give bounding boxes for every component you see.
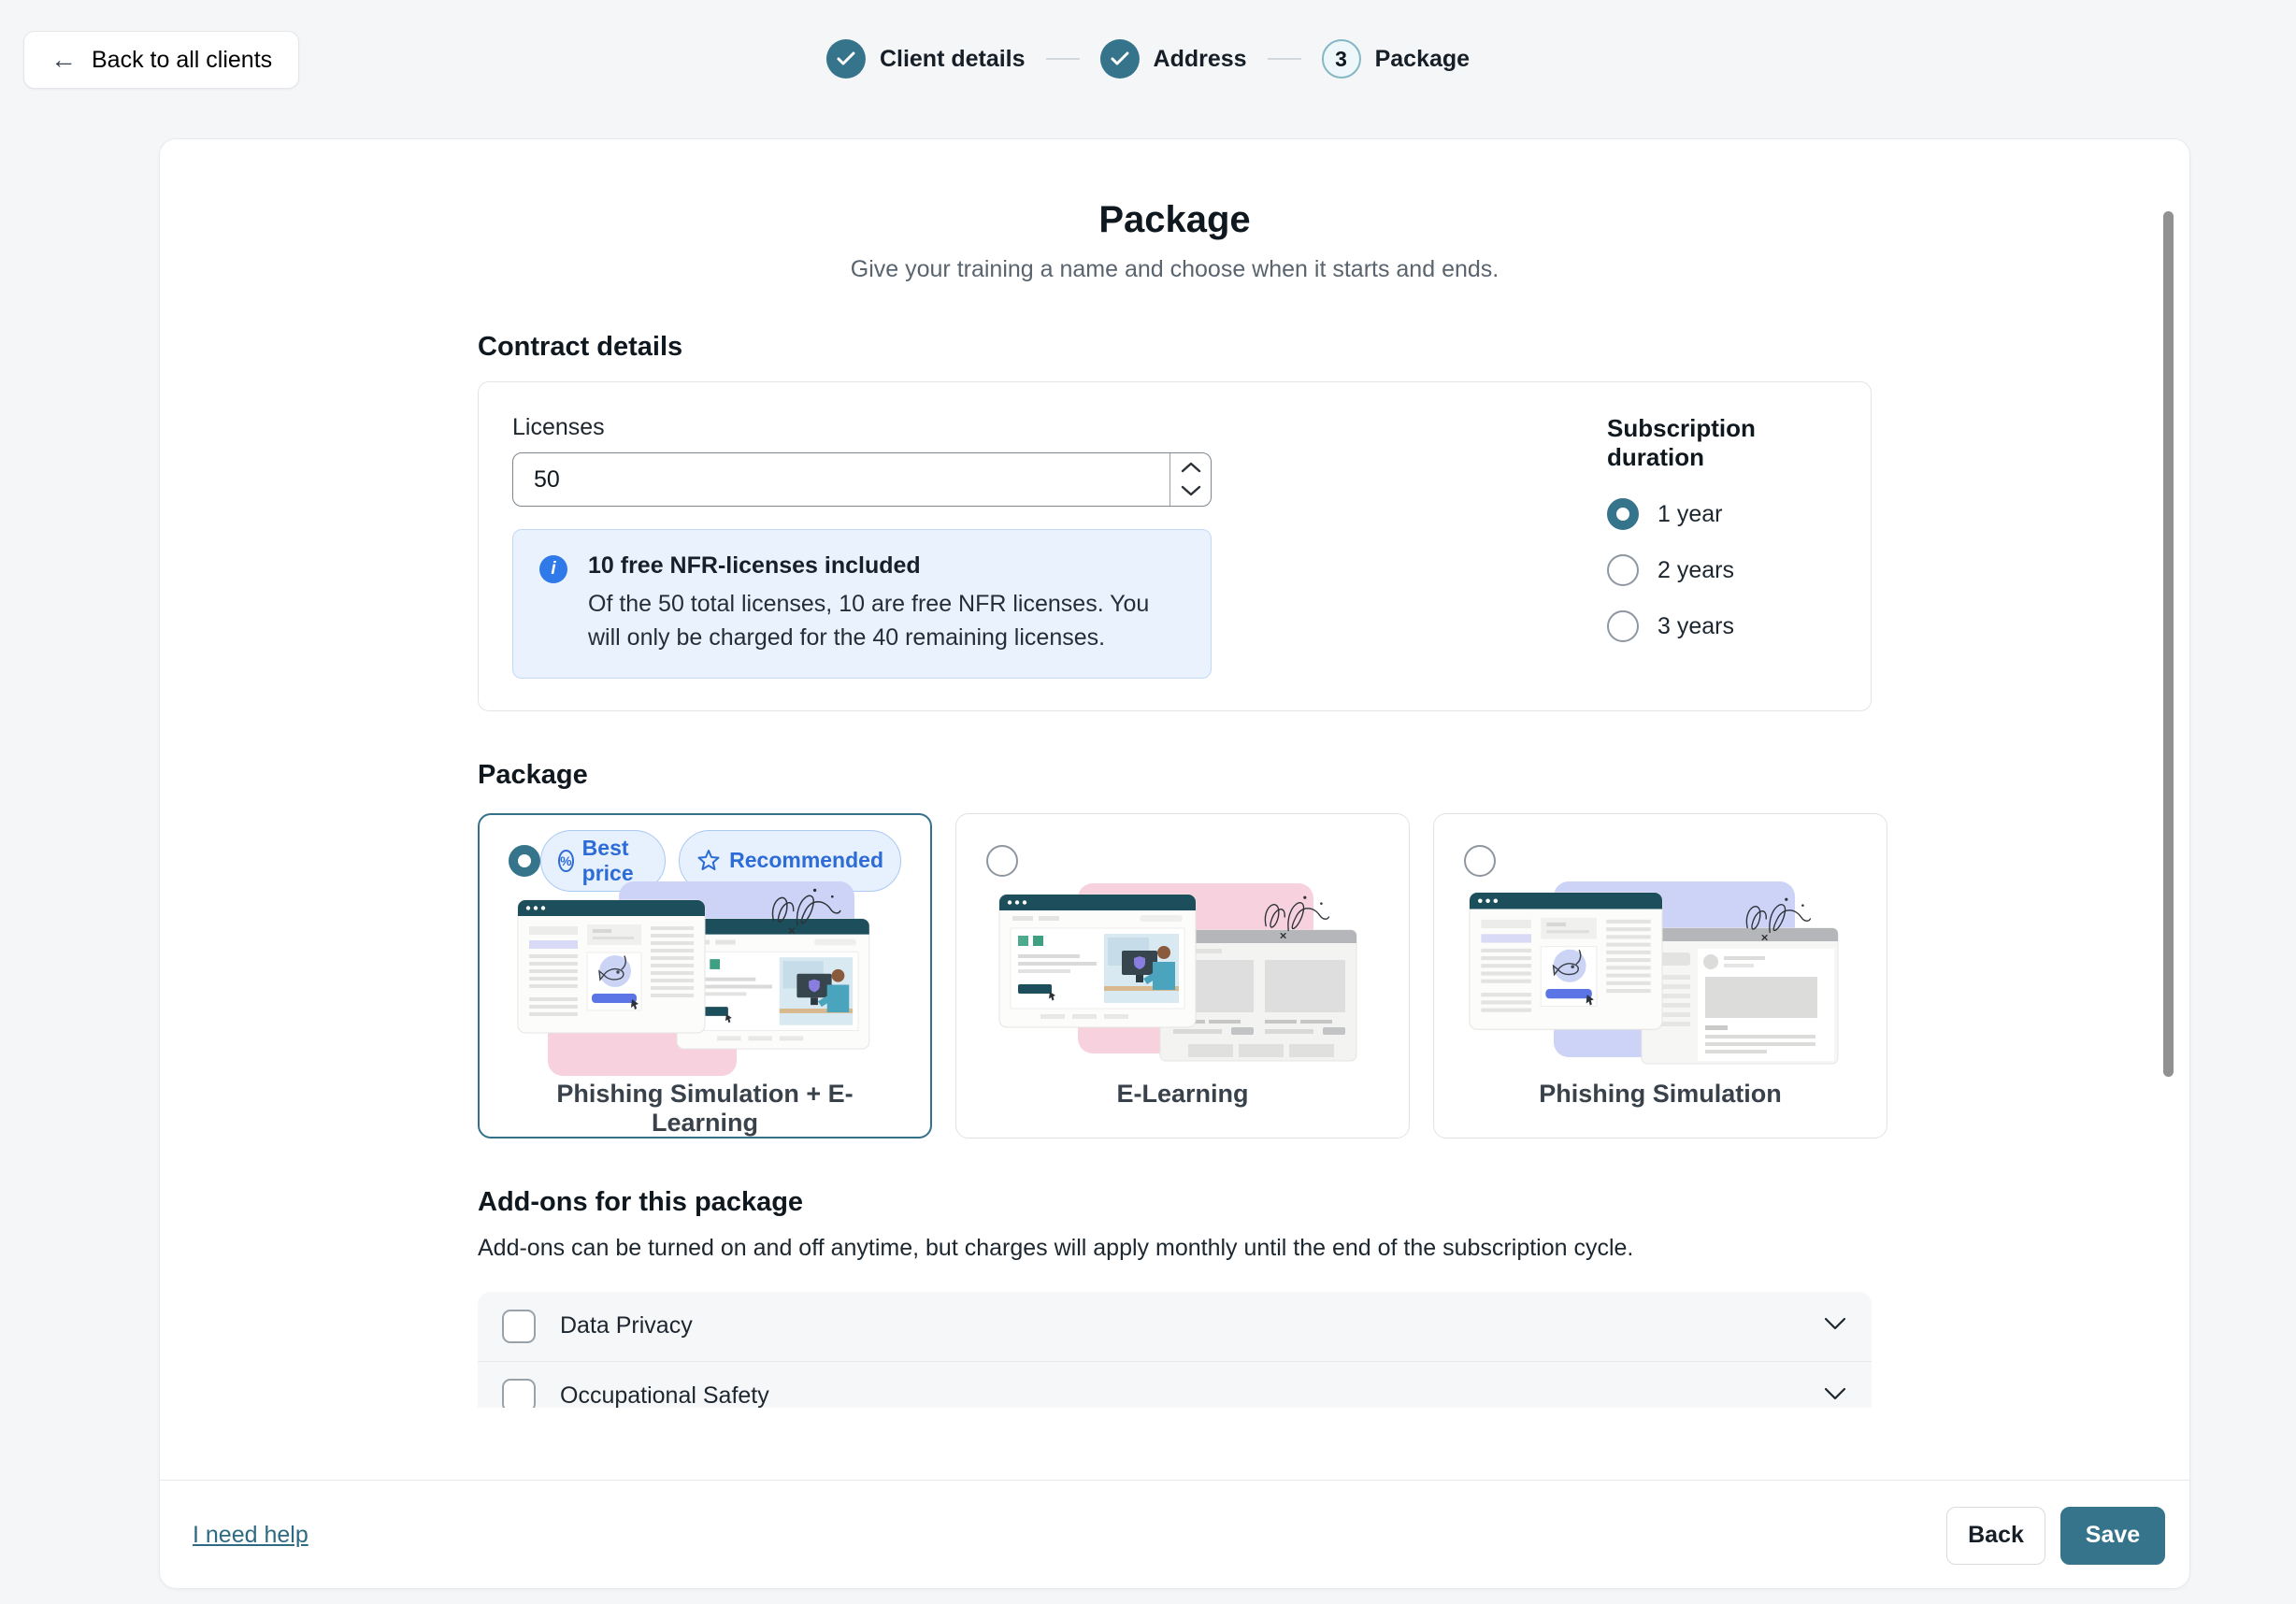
licenses-stepper [1170,453,1211,506]
step-label: Client details [880,46,1026,73]
duration-option-1-year[interactable]: 1 year [1607,498,1837,530]
duration-option-3-years[interactable]: 3 years [1607,610,1837,642]
back-button[interactable]: Back [1946,1507,2045,1565]
package-option-label: Phishing Simulation [1464,1080,1857,1114]
addon-row-occupational-safety[interactable]: Occupational Safety [478,1361,1872,1409]
contract-details-box: Licenses i [478,381,1872,711]
back-to-clients-label: Back to all clients [92,47,272,74]
info-icon: i [539,555,567,583]
page-title: Package [478,199,1872,241]
licenses-input-wrapper [512,452,1212,507]
radio-label: 3 years [1657,613,1734,640]
package-options-row: % Best price Recommended [478,813,1872,1139]
info-body: Of the 50 total licenses, 10 are free NF… [588,587,1184,655]
form-scroll-area: Package Give your training a name and ch… [160,139,2189,1408]
radio-selected-icon [1607,498,1639,530]
chevron-down-icon[interactable] [1181,485,1201,497]
radio-label: 2 years [1657,557,1734,584]
radio-unselected-icon [1607,554,1639,586]
step-divider [1268,58,1301,60]
chevron-up-icon[interactable] [1181,462,1201,474]
vertical-scrollbar-thumb[interactable] [2163,211,2174,1077]
addon-label: Occupational Safety [560,1382,769,1409]
radio-selected-icon [509,845,540,877]
addons-heading: Add-ons for this package [478,1187,1872,1218]
step-number: 3 [1322,39,1361,79]
page-subtitle: Give your training a name and choose whe… [478,256,1872,283]
package-option-label: Phishing Simulation + E-Learning [509,1080,901,1143]
back-to-clients-button[interactable]: ← Back to all clients [23,31,299,89]
addon-row-data-privacy[interactable]: Data Privacy [478,1292,1872,1361]
step-label: Address [1154,46,1247,73]
help-link[interactable]: I need help [193,1522,309,1549]
info-title: 10 free NFR-licenses included [588,552,1184,580]
addon-label: Data Privacy [560,1312,693,1339]
step-divider [1046,58,1080,60]
subscription-duration-group: Subscription duration 1 year 2 years 3 y… [1607,414,1837,679]
top-bar: ← Back to all clients Client details Add… [0,0,2296,120]
radio-unselected-icon [1464,845,1496,877]
radio-unselected-icon [986,845,1018,877]
elearning-illustration [986,880,1379,1080]
phishing-elearning-illustration [509,880,901,1080]
step-client-details[interactable]: Client details [826,39,1026,79]
package-card-phishing-elearning[interactable]: % Best price Recommended [478,813,932,1139]
badge-label: Recommended [729,848,883,873]
package-form-card: Package Give your training a name and ch… [159,138,2190,1589]
package-section-heading: Package [478,760,1872,791]
package-card-phishing-simulation[interactable]: Phishing Simulation [1433,813,1887,1139]
step-address[interactable]: Address [1100,39,1247,79]
form-footer: I need help Back Save [160,1480,2189,1589]
package-card-elearning[interactable]: E-Learning [955,813,1410,1139]
addon-list: Data Privacy Occupational Safety [478,1292,1872,1409]
duration-option-2-years[interactable]: 2 years [1607,554,1837,586]
radio-unselected-icon [1607,610,1639,642]
save-button[interactable]: Save [2060,1507,2165,1565]
phishing-simulation-illustration [1464,880,1857,1080]
licenses-input[interactable] [513,453,1211,506]
star-icon [696,849,721,872]
check-icon [1100,39,1140,79]
licenses-label: Licenses [512,414,1212,441]
chevron-down-icon [1823,1386,1847,1406]
checkbox-unchecked-icon[interactable] [502,1379,536,1408]
percent-icon: % [558,850,574,872]
checkbox-unchecked-icon[interactable] [502,1310,536,1343]
package-option-label: E-Learning [986,1080,1379,1114]
nfr-info-banner: i 10 free NFR-licenses included Of the 5… [512,529,1212,679]
step-label: Package [1375,46,1470,73]
step-package[interactable]: 3 Package [1322,39,1470,79]
arrow-left-icon: ← [50,47,77,73]
chevron-down-icon [1823,1316,1847,1336]
subscription-duration-heading: Subscription duration [1607,414,1837,472]
wizard-stepper: Client details Address 3 Package [826,39,1470,79]
contract-details-heading: Contract details [478,332,1872,363]
addons-description: Add-ons can be turned on and off anytime… [478,1235,1872,1262]
radio-label: 1 year [1657,501,1722,528]
check-icon [826,39,866,79]
badge-label: Best price [582,836,648,886]
